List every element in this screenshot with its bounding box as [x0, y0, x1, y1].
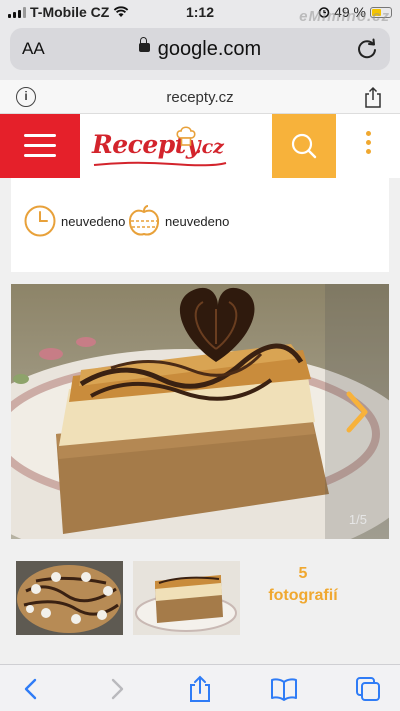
- share-icon[interactable]: [364, 86, 382, 108]
- amp-header: i recepty.cz: [0, 80, 400, 114]
- site-domain[interactable]: recepty.cz: [0, 89, 400, 106]
- back-icon[interactable]: [18, 675, 46, 703]
- status-bar: T-Mobile CZ 1:12 49 % eMimino.cz: [0, 0, 400, 25]
- search-button[interactable]: [272, 114, 336, 178]
- next-photo-button[interactable]: [325, 284, 389, 539]
- recipe-meta-card: neuvedeno neuvedeno: [11, 178, 389, 272]
- clock-icon: [24, 205, 56, 237]
- browser-address-area: AA google.com: [0, 24, 400, 80]
- more-icon[interactable]: [356, 131, 380, 161]
- site-logo[interactable]: Recepty .cz: [92, 126, 230, 168]
- photos-count[interactable]: 5 fotografií: [248, 563, 358, 607]
- reload-icon[interactable]: [354, 36, 380, 62]
- difficulty: neuvedeno: [127, 204, 229, 238]
- lock-icon: [138, 37, 150, 53]
- menu-icon[interactable]: [0, 114, 80, 178]
- prep-time-value: neuvedeno: [61, 213, 126, 229]
- thumbnail-image: [16, 561, 123, 635]
- photos-count-label: fotografií: [268, 587, 338, 604]
- watermark: eMimino.cz: [299, 8, 390, 25]
- chevron-right-icon: [346, 391, 368, 433]
- difficulty-icon: [128, 205, 160, 236]
- forward-icon[interactable]: [102, 675, 130, 703]
- chef-hat-icon: [176, 126, 196, 146]
- browser-toolbar: [0, 664, 400, 711]
- photos-count-number: 5: [298, 565, 308, 582]
- logo-swoosh: [93, 161, 227, 167]
- prep-time: neuvedeno: [23, 204, 125, 238]
- logo-suffix: .cz: [195, 136, 224, 158]
- photo-counter: 1/5: [348, 512, 367, 527]
- thumbnail-1[interactable]: [16, 561, 123, 635]
- bookmarks-icon[interactable]: [270, 675, 298, 703]
- share-icon[interactable]: [186, 675, 214, 703]
- thumbnail-2[interactable]: [133, 561, 240, 635]
- thumbnail-image: [133, 561, 240, 635]
- site-header: Recepty .cz: [0, 114, 400, 178]
- address-bar[interactable]: AA google.com: [10, 28, 390, 70]
- difficulty-value: neuvedeno: [165, 213, 230, 229]
- address-text[interactable]: google.com: [10, 37, 390, 61]
- recipe-photo[interactable]: 1/5: [11, 284, 389, 539]
- url-label: google.com: [157, 38, 262, 60]
- search-icon: [291, 133, 317, 159]
- tabs-icon[interactable]: [354, 675, 382, 703]
